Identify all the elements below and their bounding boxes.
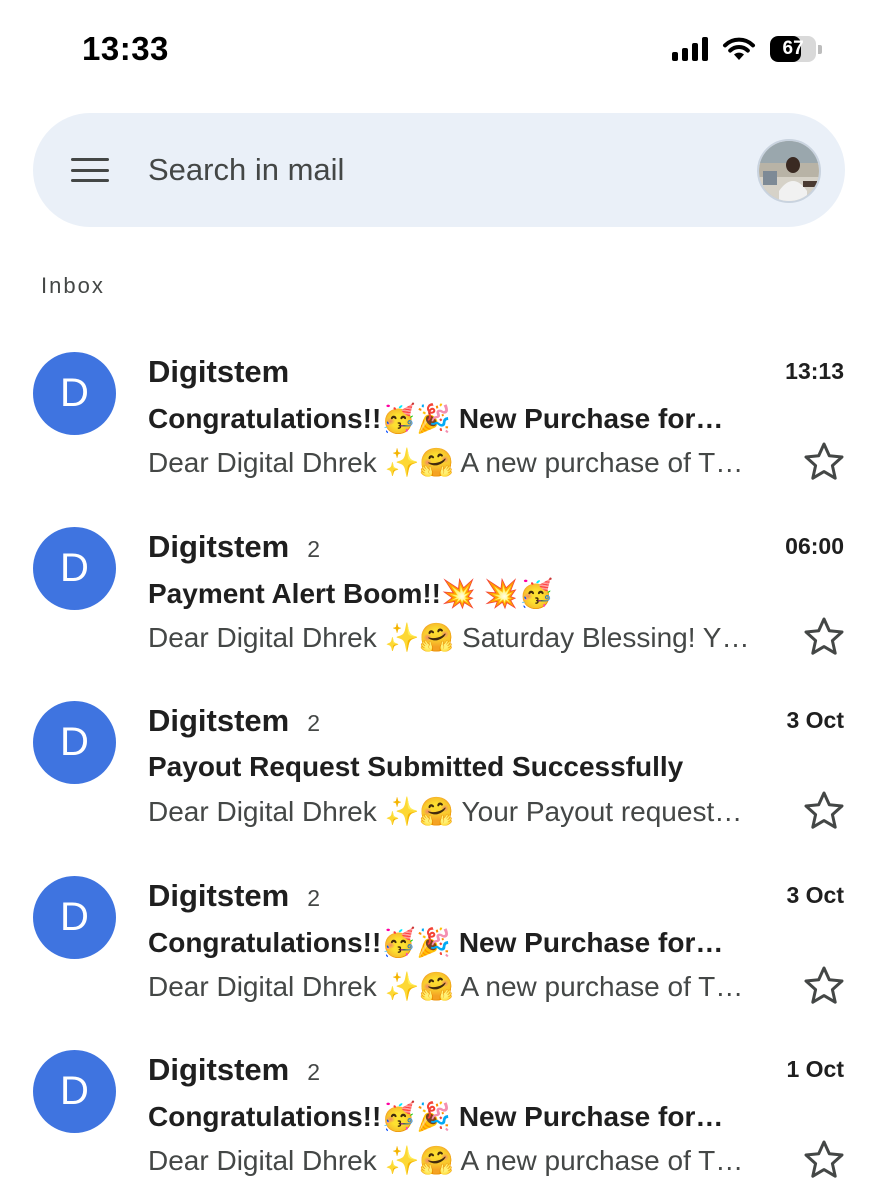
inbox-label: Inbox [41, 273, 105, 298]
email-time: 06:00 [785, 532, 844, 559]
sender-name: Digitstem [148, 354, 290, 389]
email-subject: Congratulations!!🥳🎉 New Purchase for… [148, 403, 724, 434]
hamburger-menu-icon[interactable] [71, 158, 109, 182]
search-bar [33, 113, 845, 227]
sender-name: Digitstem [148, 877, 290, 913]
email-time: 1 Oct [786, 1056, 844, 1082]
profile-avatar[interactable] [757, 139, 821, 203]
thread-count: 2 [307, 1059, 321, 1085]
email-time: 3 Oct [786, 881, 844, 908]
thread-count: 2 [307, 535, 321, 562]
email-list: D Digitstem 13:13 Congratulations!!🥳🎉 Ne… [0, 340, 878, 1200]
email-row[interactable]: D Digitstem 2 3 Oct Congratulations!!🥳🎉 … [0, 864, 878, 1039]
sender-avatar: D [33, 701, 116, 784]
search-input[interactable] [148, 143, 728, 197]
sender-name: Digitstem [148, 703, 290, 738]
email-row[interactable]: D Digitstem 2 06:00 Payment Alert Boom!!… [0, 515, 878, 690]
wifi-icon [723, 37, 755, 60]
thread-count: 2 [307, 884, 321, 911]
email-subject: Congratulations!!🥳🎉 New Purchase for… [148, 1101, 724, 1132]
sender-name: Digitstem [148, 528, 290, 564]
sender-name: Digitstem [148, 1052, 290, 1087]
profile-photo-icon [759, 141, 819, 201]
status-icons: 67 [672, 36, 822, 62]
battery-level: 67 [782, 38, 804, 59]
email-snippet: Dear Digital Dhrek ✨🤗 A new purchase of … [148, 447, 744, 478]
star-icon[interactable] [802, 440, 846, 484]
sender-line: Digitstem 2 [148, 878, 320, 914]
star-icon[interactable] [802, 964, 846, 1008]
email-row[interactable]: D Digitstem 2 3 Oct Payout Request Submi… [0, 689, 878, 864]
email-snippet: Dear Digital Dhrek ✨🤗 Your Payout reques… [148, 796, 743, 827]
email-snippet: Dear Digital Dhrek ✨🤗 Saturday Blessing!… [148, 621, 750, 653]
status-time: 13:33 [82, 30, 169, 67]
battery-icon: 67 [770, 36, 822, 62]
cellular-signal-icon [672, 37, 708, 61]
email-subject: Congratulations!!🥳🎉 New Purchase for… [148, 926, 724, 958]
sender-avatar: D [33, 875, 116, 959]
email-subject: Payout Request Submitted Successfully [148, 751, 684, 782]
star-icon[interactable] [802, 1138, 846, 1182]
status-bar: 13:33 67 [0, 0, 878, 100]
email-row[interactable]: D Digitstem 2 1 Oct Congratulations!!🥳🎉 … [0, 1038, 878, 1200]
email-subject: Payment Alert Boom!!💥 💥🥳 [148, 577, 554, 609]
email-snippet: Dear Digital Dhrek ✨🤗 A new purchase of … [148, 970, 744, 1002]
thread-count: 2 [307, 710, 321, 736]
star-icon[interactable] [802, 789, 846, 833]
sender-avatar: D [33, 352, 116, 435]
sender-line: Digitstem 2 [148, 529, 320, 565]
email-time: 13:13 [785, 358, 844, 384]
sender-line: Digitstem 2 [148, 703, 320, 739]
email-row[interactable]: D Digitstem 13:13 Congratulations!!🥳🎉 Ne… [0, 340, 878, 515]
sender-avatar: D [33, 1050, 116, 1133]
email-snippet: Dear Digital Dhrek ✨🤗 A new purchase of … [148, 1145, 744, 1176]
sender-avatar: D [33, 526, 116, 610]
sender-line: Digitstem 2 [148, 1052, 320, 1088]
email-time: 3 Oct [786, 707, 844, 733]
star-icon[interactable] [802, 615, 846, 659]
sender-line: Digitstem [148, 354, 307, 390]
